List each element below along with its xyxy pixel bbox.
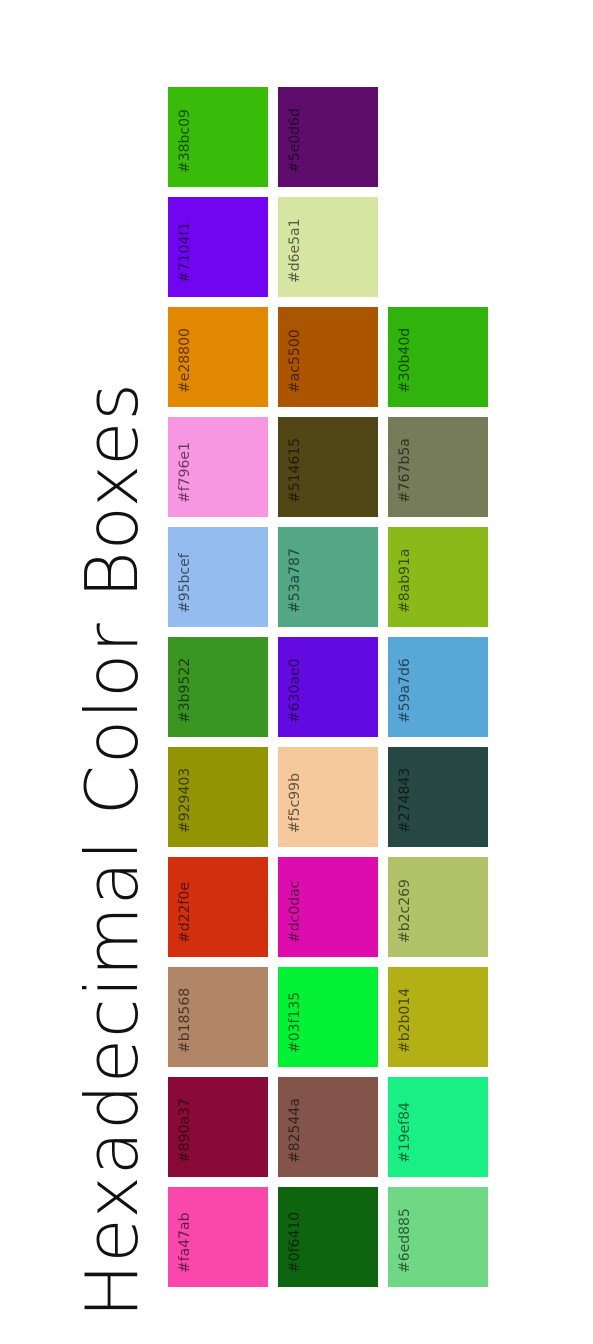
page-title: Hexadecimal Color Boxes [70, 382, 154, 1318]
color-box: #fa47ab [168, 1187, 268, 1287]
color-box: #d6e5a1 [278, 197, 378, 297]
color-hex-label: #929403 [177, 767, 193, 833]
color-hex-label: #f796e1 [177, 442, 193, 503]
color-box: #b2c269 [388, 857, 488, 957]
color-box: #d22f0e [168, 857, 268, 957]
color-hex-label: #d6e5a1 [287, 218, 303, 283]
color-hex-label: #53a787 [287, 548, 303, 613]
color-box: #f796e1 [168, 417, 268, 517]
color-hex-label: #03f135 [287, 991, 303, 1053]
color-hex-label: #f5c99b [287, 773, 303, 833]
color-hex-label: #630ae0 [287, 658, 303, 723]
color-hex-label: #fa47ab [177, 1212, 193, 1273]
color-hex-label: #b18568 [177, 987, 193, 1053]
color-hex-label: #514615 [287, 437, 303, 503]
color-box: #30b40d [388, 307, 488, 407]
color-box: #ac5500 [278, 307, 378, 407]
color-box: #59a7d6 [388, 637, 488, 737]
color-hex-label: #59a7d6 [397, 658, 413, 723]
color-box: #19ef84 [388, 1077, 488, 1177]
color-hex-label: #d22f0e [177, 882, 193, 943]
color-hex-label: #95bcef [177, 553, 193, 613]
color-box: #6ed885 [388, 1187, 488, 1287]
color-hex-label: #8ab91a [397, 548, 413, 614]
color-box: #8ab91a [388, 527, 488, 627]
color-box: #929403 [168, 747, 268, 847]
color-hex-label: #dc0dac [287, 880, 303, 943]
color-box: #95bcef [168, 527, 268, 627]
color-box: #890a37 [168, 1077, 268, 1177]
color-hex-label: #e28800 [177, 328, 193, 393]
color-hex-label: #19ef84 [397, 1102, 413, 1163]
color-hex-label: #82544a [287, 1098, 303, 1163]
color-box: #274843 [388, 747, 488, 847]
color-hex-label: #38bc09 [177, 109, 193, 173]
color-box: #7104f1 [168, 197, 268, 297]
color-box: #e28800 [168, 307, 268, 407]
color-box: #5e0d6d [278, 87, 378, 187]
color-box: #b18568 [168, 967, 268, 1067]
color-hex-label: #274843 [397, 767, 413, 833]
color-box: #630ae0 [278, 637, 378, 737]
color-box: #38bc09 [168, 87, 268, 187]
color-hex-label: #767b5a [397, 438, 413, 503]
color-box: #f5c99b [278, 747, 378, 847]
color-hex-label: #ac5500 [287, 329, 303, 393]
color-box: #53a787 [278, 527, 378, 627]
color-hex-label: #5e0d6d [287, 108, 303, 173]
color-hex-label: #890a37 [177, 1098, 193, 1163]
color-box: #3b9522 [168, 637, 268, 737]
color-box: #767b5a [388, 417, 488, 517]
color-hex-label: #0f6410 [287, 1211, 303, 1273]
color-box: #03f135 [278, 967, 378, 1067]
color-hex-label: #b2b014 [397, 987, 413, 1053]
color-box: #82544a [278, 1077, 378, 1177]
color-box: #514615 [278, 417, 378, 517]
color-hex-label: #7104f1 [177, 221, 193, 283]
color-hex-label: #b2c269 [397, 879, 413, 943]
color-box: #dc0dac [278, 857, 378, 957]
color-box: #0f6410 [278, 1187, 378, 1287]
color-hex-label: #6ed885 [397, 1208, 413, 1273]
color-box: #b2b014 [388, 967, 488, 1067]
color-hex-label: #30b40d [397, 327, 413, 393]
color-hex-label: #3b9522 [177, 657, 193, 723]
